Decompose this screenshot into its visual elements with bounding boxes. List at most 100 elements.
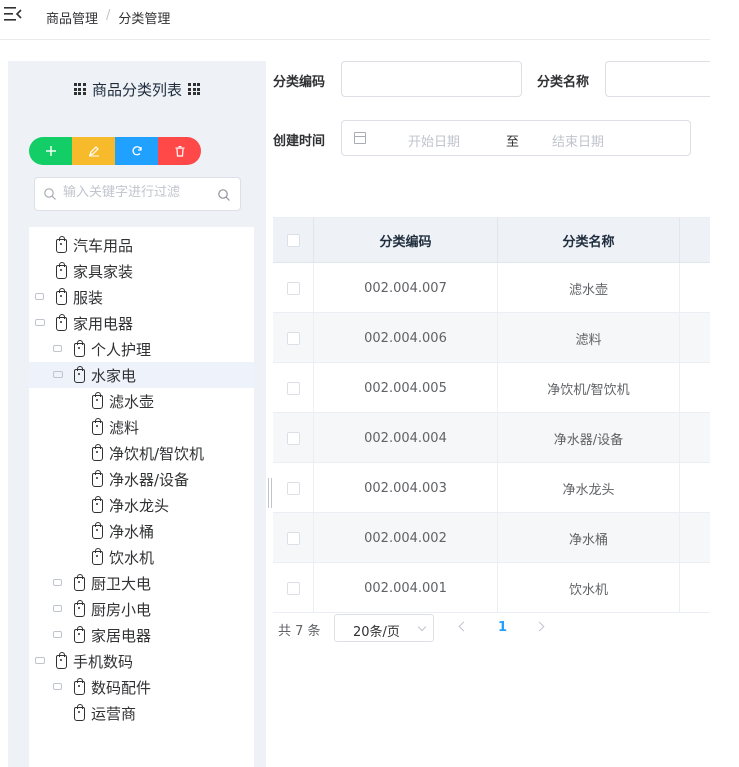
tree-node[interactable]: 厨卫大电 (29, 570, 254, 596)
category-name-cell: 净水龙头 (498, 463, 680, 513)
tag-icon (92, 470, 103, 487)
tree-node-label: 滤料 (109, 419, 140, 437)
collapsed-toggle-icon[interactable] (53, 605, 62, 612)
table-row[interactable]: 002.004.001 饮水机 (273, 563, 710, 613)
category-code-cell: 002.004.002 (314, 513, 498, 563)
tree-node[interactable]: 水家电 (29, 362, 254, 388)
row-checkbox[interactable] (286, 531, 300, 545)
tree-node[interactable]: 数码配件 (29, 674, 254, 700)
tree-node-label: 运营商 (91, 705, 137, 723)
prev-page-icon[interactable] (458, 621, 469, 632)
tree-node[interactable]: 汽车用品 (29, 232, 254, 258)
tree-node[interactable]: 个人护理 (29, 336, 254, 362)
tree-node-label: 净水桶 (109, 523, 155, 541)
tree-node[interactable]: 净饮机/智饮机 (29, 440, 254, 466)
tree-node[interactable]: 厨房小电 (29, 596, 254, 622)
select-all-checkbox[interactable] (286, 234, 300, 247)
row-checkbox[interactable] (286, 381, 300, 395)
tree-node[interactable]: 滤料 (29, 414, 254, 440)
table-row[interactable]: 002.004.006 滤料 (273, 313, 710, 363)
table-row[interactable]: 002.004.004 净水器/设备 (273, 413, 710, 463)
tree-node[interactable]: 手机数码 (29, 648, 254, 674)
row-select-cell (273, 463, 314, 513)
tree-node-label: 手机数码 (73, 653, 134, 671)
row-checkbox[interactable] (286, 581, 300, 595)
tree-node[interactable]: 滤水壶 (29, 388, 254, 414)
panel-resize-handle[interactable] (268, 478, 272, 508)
tree-node[interactable]: 家具家装 (29, 258, 254, 284)
panel-title: 商品分类列表 (8, 61, 266, 117)
name-input[interactable] (605, 61, 710, 97)
start-date-input[interactable]: 开始日期 (408, 131, 460, 150)
category-code-cell: 002.004.004 (314, 413, 498, 463)
row-checkbox[interactable] (286, 431, 300, 445)
add-button[interactable] (29, 137, 72, 165)
tree-action-buttons (29, 137, 201, 165)
menu-fold-icon[interactable] (4, 6, 22, 22)
refresh-button[interactable] (115, 137, 158, 165)
row-select-cell (273, 363, 314, 413)
next-page-icon[interactable] (534, 621, 545, 632)
tree-node-label: 净水器/设备 (109, 471, 190, 489)
tree-filter-input[interactable] (63, 185, 213, 200)
tag-icon (56, 262, 67, 279)
tree-node-label: 数码配件 (91, 679, 152, 697)
tree-node[interactable]: 饮水机 (29, 544, 254, 570)
collapsed-toggle-icon[interactable] (35, 293, 44, 300)
code-input[interactable] (341, 61, 522, 97)
expanded-toggle-icon[interactable] (35, 319, 45, 326)
tree-node[interactable]: 净水龙头 (29, 492, 254, 518)
tag-icon (74, 600, 85, 617)
search-icon[interactable] (217, 188, 231, 202)
breadcrumb-item[interactable]: 商品管理 (46, 8, 98, 27)
tree-node-label: 服装 (73, 289, 104, 307)
tree-filter-field[interactable] (34, 177, 241, 211)
breadcrumb: 商品管理 / 分类管理 (46, 8, 170, 27)
row-checkbox[interactable] (286, 481, 300, 495)
collapsed-toggle-icon[interactable] (53, 345, 62, 352)
category-tree-panel: 商品分类列表 输入关键字进行过滤 汽车用品 家具家装 服装 家用电器 个人护理 … (8, 61, 266, 767)
table-row[interactable]: 002.004.002 净水桶 (273, 513, 710, 563)
tree-node[interactable]: 净水桶 (29, 518, 254, 544)
expanded-toggle-icon[interactable] (53, 371, 63, 378)
row-select-cell (273, 513, 314, 563)
collapsed-toggle-icon[interactable] (53, 579, 62, 586)
pencil-icon (88, 146, 99, 157)
tag-icon (92, 444, 103, 461)
breadcrumb-item-current: 分类管理 (118, 12, 171, 27)
collapsed-toggle-icon[interactable] (53, 683, 62, 690)
tree-node[interactable]: 服装 (29, 284, 254, 310)
tree-node-label: 家具家装 (73, 263, 134, 281)
table-row[interactable]: 002.004.003 净水龙头 (273, 463, 710, 513)
tree-node[interactable]: 净水器/设备 (29, 466, 254, 492)
tree-node-label: 家用电器 (73, 315, 134, 333)
tree-node[interactable]: 家居电器 (29, 622, 254, 648)
collapsed-toggle-icon[interactable] (53, 631, 62, 638)
end-date-input[interactable]: 结束日期 (552, 131, 604, 150)
expanded-toggle-icon[interactable] (35, 657, 45, 664)
edit-button[interactable] (72, 137, 115, 165)
category-name-cell: 净水桶 (498, 513, 680, 563)
calendar-icon (354, 132, 366, 144)
tag-icon (74, 704, 85, 721)
tree-node[interactable]: 家用电器 (29, 310, 254, 336)
row-checkbox[interactable] (286, 281, 300, 295)
tree-node[interactable]: 运营商 (29, 700, 254, 726)
category-tree: 汽车用品 家具家装 服装 家用电器 个人护理 水家电 滤水壶 滤料 净饮机/智饮机 净水器/设备净… (29, 227, 254, 767)
column-header-code[interactable]: 分类编码 (314, 218, 498, 263)
tree-node-label: 水家电 (91, 367, 137, 385)
category-code-cell: 002.004.007 (314, 263, 498, 313)
delete-button[interactable] (158, 137, 201, 165)
tree-node-label: 个人护理 (91, 341, 152, 359)
column-header-name[interactable]: 分类名称 (498, 218, 680, 263)
tag-icon (92, 496, 103, 513)
date-range-picker[interactable]: 开始日期 至 结束日期 (341, 120, 691, 156)
refresh-icon (131, 146, 142, 156)
table-row[interactable]: 002.004.007 滤水壶 (273, 263, 710, 313)
category-name-cell: 滤水壶 (498, 263, 680, 313)
row-checkbox[interactable] (286, 331, 300, 345)
page-size-select[interactable]: 20条/页 (334, 614, 434, 642)
table-row[interactable]: 002.004.005 净饮机/智饮机 (273, 363, 710, 413)
page-number-current[interactable]: 1 (498, 620, 507, 635)
range-separator: 至 (506, 135, 520, 150)
